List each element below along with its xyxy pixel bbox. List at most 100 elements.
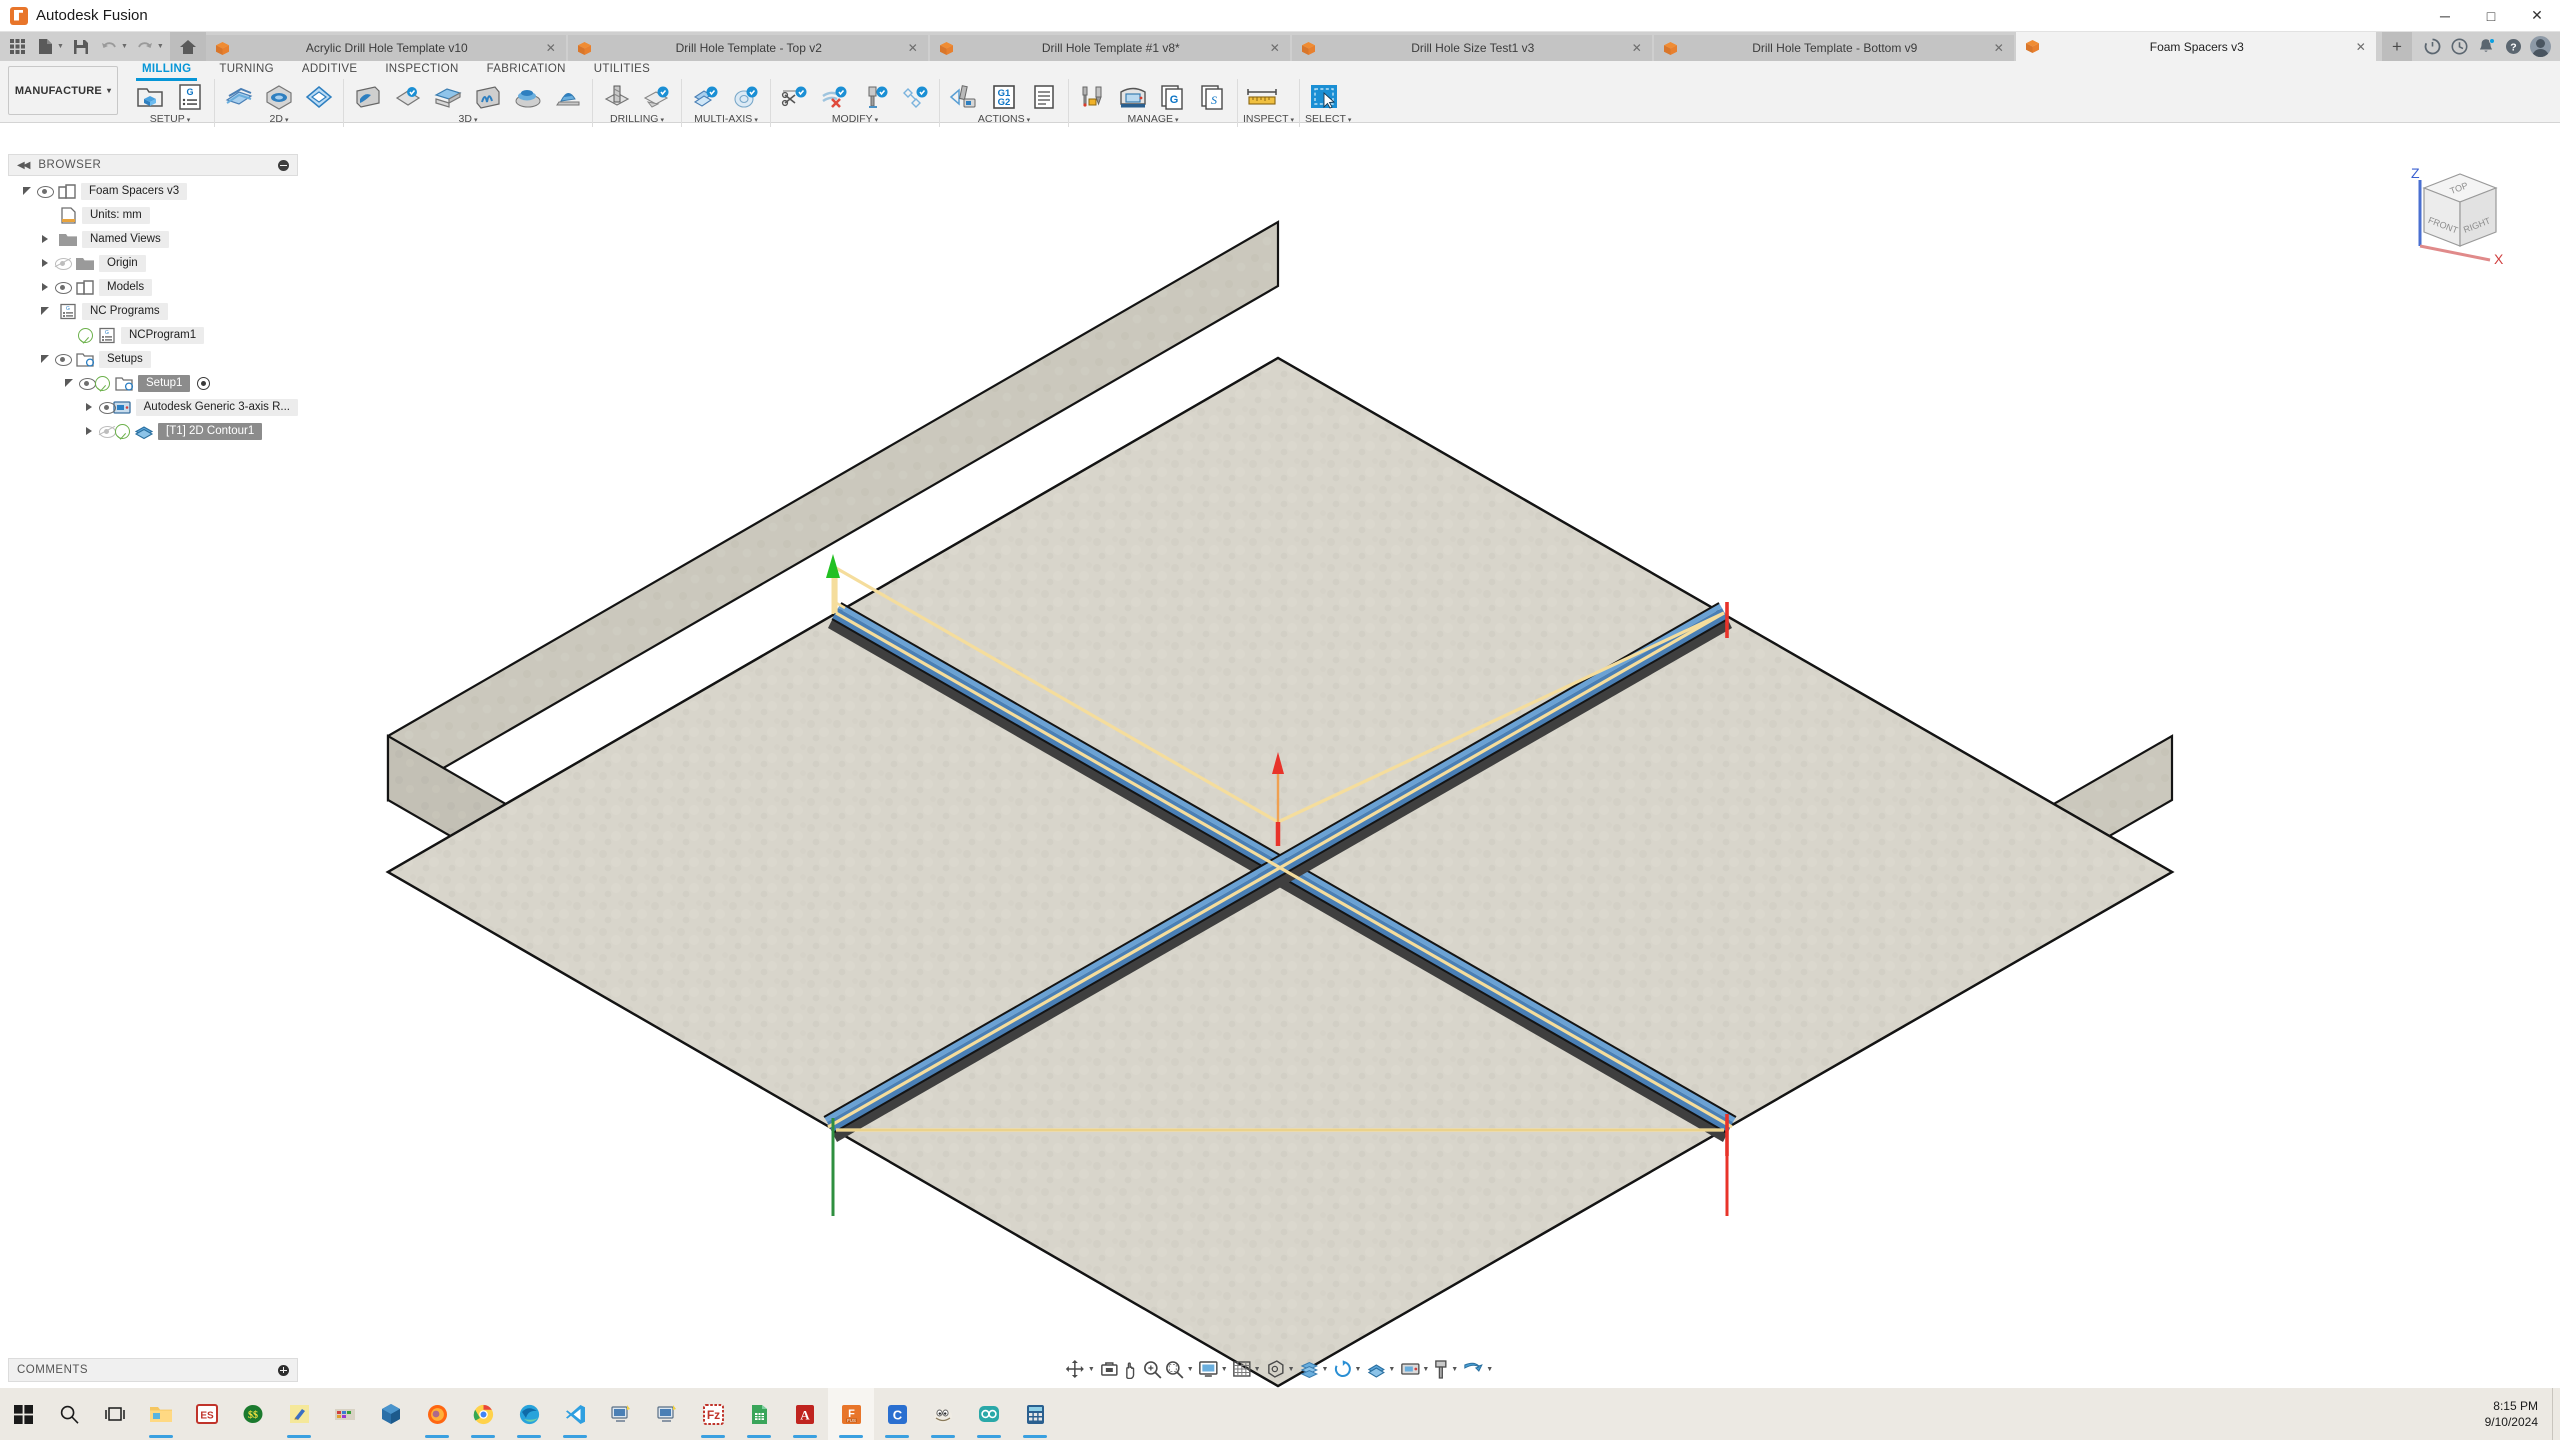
- minimize-window-button[interactable]: ─: [2422, 0, 2468, 32]
- visibility-eye-icon[interactable]: [98, 400, 116, 414]
- fit-caret-icon[interactable]: ▼: [1187, 1366, 1194, 1373]
- search-icon[interactable]: [46, 1388, 92, 1440]
- fit-icon[interactable]: [1164, 1357, 1185, 1381]
- parallel-icon[interactable]: [469, 80, 507, 113]
- visibility-eye-off-icon[interactable]: [98, 424, 116, 438]
- template-library-icon[interactable]: S: [1194, 80, 1232, 113]
- grid-snap-icon[interactable]: [1232, 1357, 1252, 1381]
- ribbon-tab-utilities[interactable]: UTILITIES: [580, 61, 664, 79]
- look-at-icon[interactable]: [1099, 1357, 1120, 1381]
- orbit-icon[interactable]: [1064, 1357, 1086, 1381]
- twisty-collapsed-icon[interactable]: [36, 283, 54, 291]
- remote-desktop-icon[interactable]: [598, 1388, 644, 1440]
- enabled-check-icon[interactable]: [78, 327, 93, 343]
- delete-toolpath-icon[interactable]: [816, 80, 854, 113]
- excel-icon[interactable]: [736, 1388, 782, 1440]
- twisty-collapsed-icon[interactable]: [80, 403, 98, 411]
- twisty-expanded-icon[interactable]: [36, 307, 54, 315]
- horizontal-icon[interactable]: [429, 80, 467, 113]
- collapse-panel-icon[interactable]: ◀◀: [17, 160, 30, 171]
- tree-node-nc-programs[interactable]: G NC Programs: [8, 299, 298, 323]
- ribbon-tab-turning[interactable]: TURNING: [205, 61, 288, 79]
- tool-visibility-icon[interactable]: [1433, 1357, 1449, 1381]
- user-avatar-icon[interactable]: [2528, 35, 2552, 59]
- app-grid-icon[interactable]: [4, 35, 30, 59]
- tree-node-origin[interactable]: Origin: [8, 251, 298, 275]
- chrome-icon[interactable]: [460, 1388, 506, 1440]
- tree-node-units[interactable]: Units: mm: [8, 203, 298, 227]
- display-settings-icon[interactable]: [1198, 1357, 1219, 1381]
- tool-library-manage-icon[interactable]: [1074, 80, 1112, 113]
- edge-icon[interactable]: [506, 1388, 552, 1440]
- toolpath-visibility-icon[interactable]: [1365, 1357, 1386, 1381]
- visibility-eye-icon[interactable]: [54, 352, 72, 366]
- visibility-eye-icon[interactable]: [36, 184, 54, 198]
- measure-icon[interactable]: [1243, 80, 1281, 113]
- post-process-icon[interactable]: G1 G2: [985, 80, 1023, 113]
- tree-node-2d-contour1[interactable]: [T1] 2D Contour1: [8, 419, 298, 443]
- network-icon[interactable]: [644, 1388, 690, 1440]
- comments-panel[interactable]: COMMENTS: [8, 1358, 298, 1382]
- stock-visibility-caret-icon[interactable]: ▼: [1322, 1366, 1329, 1373]
- document-tab[interactable]: Drill Hole Template #1 v8* ✕: [929, 35, 1290, 61]
- show-desktop-icon[interactable]: [2552, 1388, 2560, 1440]
- arduino-icon[interactable]: [966, 1388, 1012, 1440]
- adaptive-2d-icon[interactable]: [260, 80, 298, 113]
- refresh-icon[interactable]: [2420, 35, 2444, 59]
- pocket-3d-icon[interactable]: [389, 80, 427, 113]
- transform-icon[interactable]: [896, 80, 934, 113]
- filezilla-icon[interactable]: Fz: [690, 1388, 736, 1440]
- ribbon-tab-inspection[interactable]: INSPECTION: [371, 61, 472, 79]
- toolpath-visibility-caret-icon[interactable]: ▼: [1388, 1366, 1395, 1373]
- home-icon[interactable]: [169, 32, 206, 61]
- file-explorer-icon[interactable]: [138, 1388, 184, 1440]
- document-tab[interactable]: Drill Hole Template - Top v2 ✕: [567, 35, 928, 61]
- twisty-expanded-icon[interactable]: [18, 187, 36, 195]
- notes-icon[interactable]: $$: [230, 1388, 276, 1440]
- document-tab[interactable]: Acrylic Drill Hole Template v10 ✕: [205, 35, 566, 61]
- tree-node-setups[interactable]: Setups: [8, 347, 298, 371]
- tool-visibility-caret-icon[interactable]: ▼: [1451, 1366, 1458, 1373]
- view-cube[interactable]: Z X TOP FRONT RIGHT: [2398, 158, 2518, 268]
- select-tool-icon[interactable]: [1305, 80, 1343, 113]
- tree-node-ncprogram1[interactable]: G NCProgram1: [8, 323, 298, 347]
- visibility-eye-icon[interactable]: [78, 376, 96, 390]
- ribbon-tab-additive[interactable]: ADDITIVE: [288, 61, 371, 79]
- taskbar-clock[interactable]: 8:15 PM 9/10/2024: [2485, 1398, 2552, 1430]
- redo-icon[interactable]: [132, 35, 158, 59]
- close-tab-icon[interactable]: ✕: [1994, 41, 2004, 55]
- post-library-icon[interactable]: G: [1154, 80, 1192, 113]
- undo-icon[interactable]: [96, 35, 122, 59]
- clock-history-icon[interactable]: [2447, 35, 2471, 59]
- enabled-check-icon[interactable]: [95, 375, 110, 391]
- firefox-icon[interactable]: [414, 1388, 460, 1440]
- paint-icon[interactable]: [322, 1388, 368, 1440]
- fusion-360-icon[interactable]: [368, 1388, 414, 1440]
- refresh-toolpath-icon[interactable]: [1332, 1357, 1352, 1381]
- ramp-icon[interactable]: [549, 80, 587, 113]
- bore-icon[interactable]: [638, 80, 676, 113]
- simulation-icon[interactable]: [1462, 1357, 1484, 1381]
- tree-node-foam-spacers[interactable]: Foam Spacers v3: [8, 179, 298, 203]
- close-tab-icon[interactable]: ✕: [1270, 41, 1280, 55]
- pocket-2d-icon[interactable]: [300, 80, 338, 113]
- simulation-caret-icon[interactable]: ▼: [1486, 1366, 1493, 1373]
- face-icon[interactable]: [220, 80, 258, 113]
- help-icon[interactable]: ?: [2501, 35, 2525, 59]
- fusion-icon[interactable]: F FUS: [828, 1388, 874, 1440]
- document-tab-active[interactable]: Foam Spacers v3 ✕: [2015, 32, 2376, 61]
- document-tab[interactable]: Drill Hole Template - Bottom v9 ✕: [1653, 35, 2014, 61]
- acrobat-icon[interactable]: A: [782, 1388, 828, 1440]
- viewports-caret-icon[interactable]: ▼: [1288, 1366, 1295, 1373]
- new-tab-button[interactable]: +: [2382, 32, 2412, 61]
- twisty-collapsed-icon[interactable]: [36, 235, 54, 243]
- setup-icon[interactable]: [131, 80, 169, 113]
- save-icon[interactable]: [68, 35, 94, 59]
- active-setup-radio[interactable]: [197, 376, 211, 390]
- visibility-eye-icon[interactable]: [54, 280, 72, 294]
- enabled-check-icon[interactable]: [115, 423, 130, 439]
- maximize-window-button[interactable]: □: [2468, 0, 2514, 32]
- vscode-icon[interactable]: [552, 1388, 598, 1440]
- refresh-toolpath-caret-icon[interactable]: ▼: [1354, 1366, 1361, 1373]
- contour-icon[interactable]: [509, 80, 547, 113]
